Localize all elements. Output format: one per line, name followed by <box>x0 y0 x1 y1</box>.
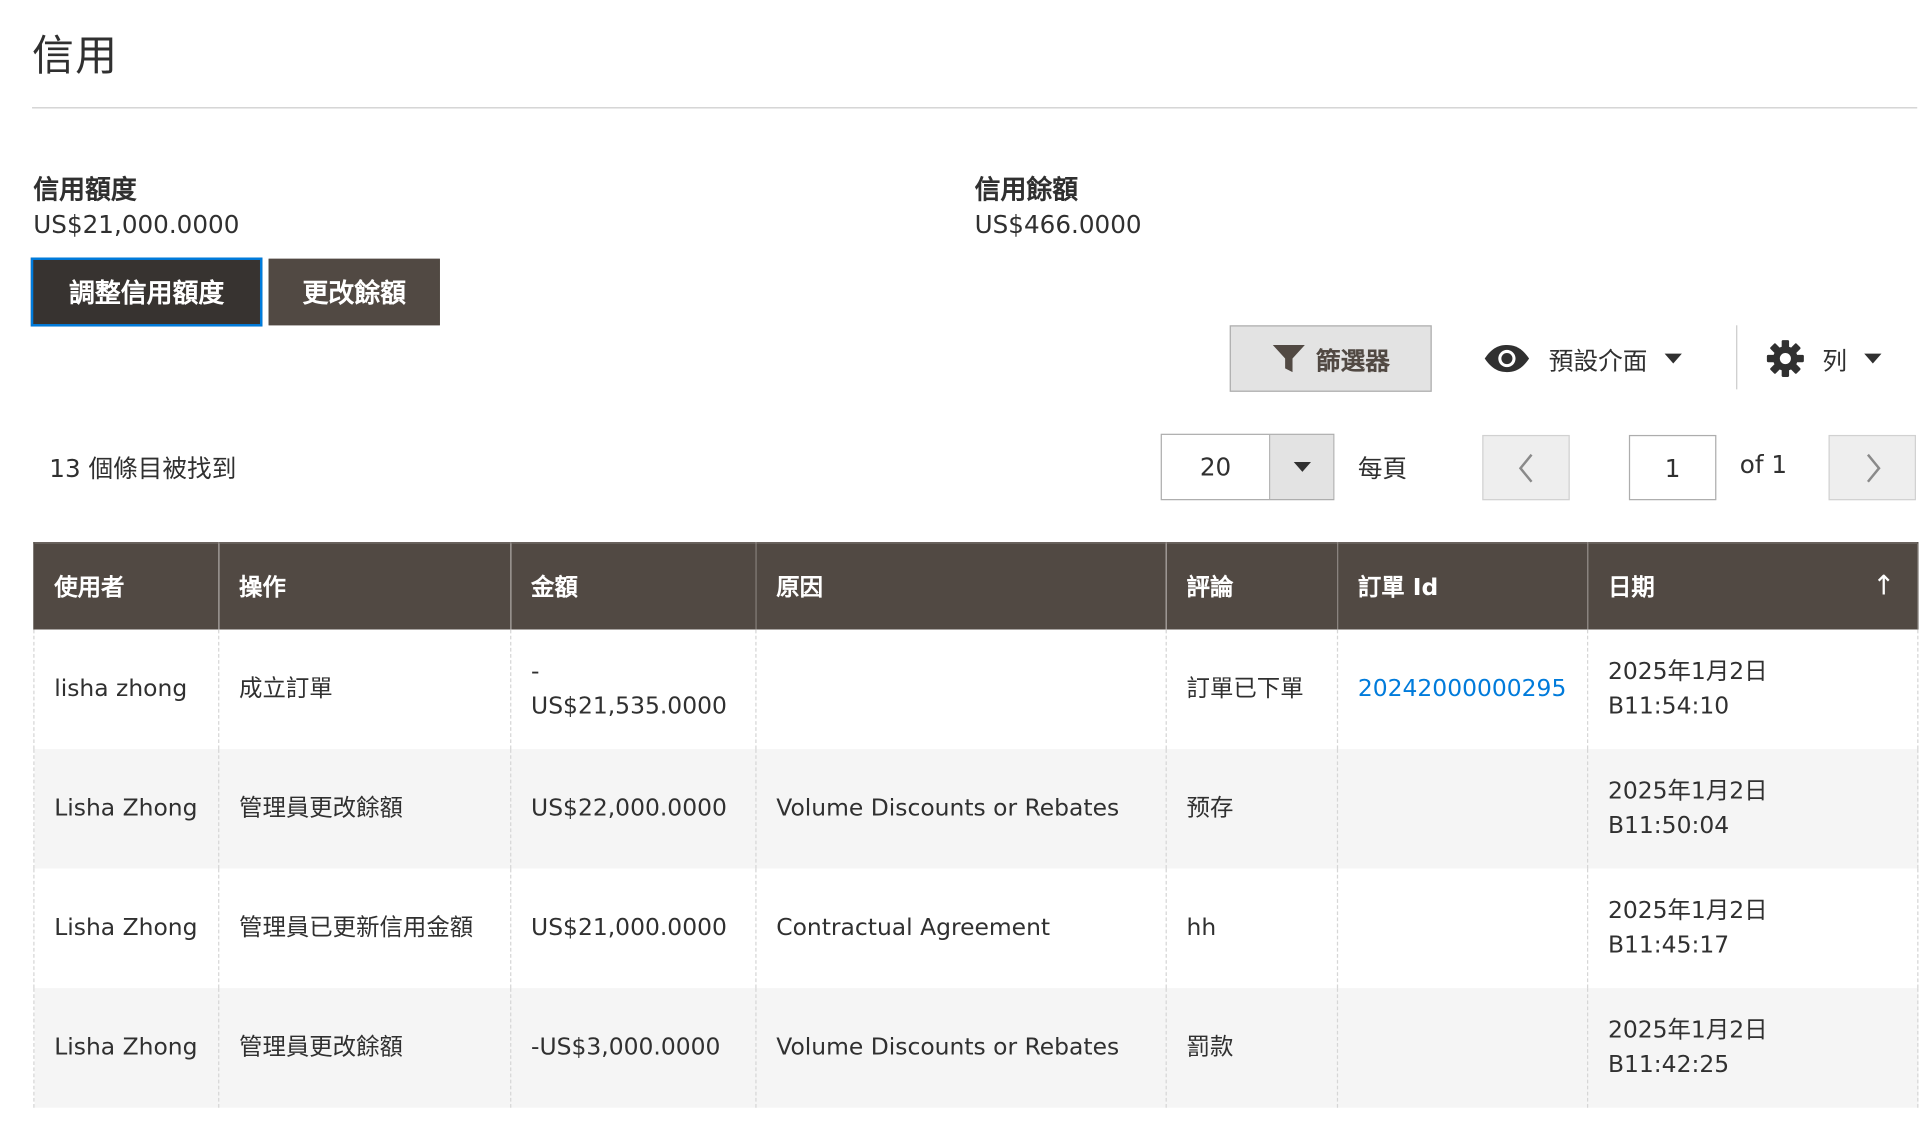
cell-reason: Contractual Agreement <box>755 868 1167 988</box>
chevron-right-icon <box>1862 452 1882 484</box>
credit-history-grid: 使用者 操作 金額 原因 評論 訂單 Id 日期 ↑ lisha zhong 成… <box>33 542 1919 1108</box>
column-header-operation[interactable]: 操作 <box>218 542 512 630</box>
cell-user: Lisha Zhong <box>33 987 220 1108</box>
title-divider <box>32 107 1918 109</box>
chevron-left-icon <box>1516 452 1536 484</box>
cell-operation: 管理員更改餘額 <box>218 987 512 1108</box>
current-page-input[interactable]: 1 <box>1628 434 1717 501</box>
gear-icon <box>1766 339 1805 378</box>
table-row: Lisha Zhong 管理員已更新信用金額 US$21,000.0000 Co… <box>33 868 1919 988</box>
column-header-comment[interactable]: 評論 <box>1165 542 1339 630</box>
credit-limit-value: US$21,000.0000 <box>33 209 240 240</box>
amount-sign: - <box>531 657 540 686</box>
column-header-amount[interactable]: 金額 <box>510 542 757 630</box>
cell-operation: 管理員更改餘額 <box>218 748 512 869</box>
per-page-value[interactable]: 20 <box>1162 434 1271 500</box>
cell-user: lisha zhong <box>33 629 220 749</box>
date-value: 2025年1月2日 <box>1607 777 1768 805</box>
cell-user: Lisha Zhong <box>33 748 220 869</box>
filters-label: 篩選器 <box>1315 345 1390 376</box>
view-switcher[interactable]: 預設介面 <box>1482 325 1682 392</box>
next-page-button[interactable] <box>1828 434 1916 501</box>
cell-date: 2025年1月2日 B11:42:25 <box>1586 987 1919 1108</box>
cell-comment: 预存 <box>1165 748 1339 869</box>
credit-limit-label: 信用額度 <box>33 174 137 205</box>
chevron-down-icon <box>1864 353 1882 364</box>
credit-balance-value: US$466.0000 <box>974 209 1142 240</box>
cell-amount: -US$3,000.0000 <box>510 987 757 1108</box>
time-value: B11:50:04 <box>1607 811 1730 840</box>
table-row: lisha zhong 成立訂單 - US$21,535.0000 訂單已下單 … <box>33 629 1919 749</box>
records-found-count: 13 個條目被找到 <box>49 453 237 483</box>
order-id-link[interactable]: 20242000000295 <box>1358 675 1567 702</box>
cell-amount: US$22,000.0000 <box>510 748 757 869</box>
table-row: Lisha Zhong 管理員更改餘額 US$22,000.0000 Volum… <box>33 748 1919 869</box>
cell-comment: 罰款 <box>1165 987 1339 1108</box>
sort-ascending-icon: ↑ <box>1872 570 1896 602</box>
date-value: 2025年1月2日 <box>1607 657 1768 686</box>
per-page-label: 每頁 <box>1357 453 1408 483</box>
filter-funnel-icon <box>1272 343 1307 375</box>
amount-value: US$21,535.0000 <box>531 692 727 720</box>
cell-operation: 管理員已更新信用金額 <box>218 868 512 988</box>
change-balance-button[interactable]: 更改餘額 <box>268 258 440 326</box>
cell-order-id: 20242000000295 <box>1336 629 1589 749</box>
cell-reason <box>755 629 1167 749</box>
toolbar-divider <box>1736 325 1738 390</box>
cell-date: 2025年1月2日 B11:45:17 <box>1586 868 1919 988</box>
time-value: B11:54:10 <box>1607 692 1730 720</box>
time-value: B11:42:25 <box>1607 1051 1730 1079</box>
cell-comment: hh <box>1165 868 1339 988</box>
column-header-reason[interactable]: 原因 <box>755 542 1167 630</box>
cell-user: Lisha Zhong <box>33 868 220 988</box>
total-pages-label: of 1 <box>1739 449 1788 480</box>
column-header-user[interactable]: 使用者 <box>33 542 220 630</box>
column-header-date-label: 日期 <box>1607 574 1655 602</box>
chevron-down-icon <box>1664 353 1682 364</box>
view-label: 預設介面 <box>1548 345 1648 376</box>
filters-button[interactable]: 篩選器 <box>1229 325 1432 392</box>
cell-comment: 訂單已下單 <box>1165 629 1339 749</box>
column-header-order-id[interactable]: 訂單 Id <box>1336 542 1589 630</box>
cell-reason: Volume Discounts or Rebates <box>755 987 1167 1108</box>
table-row: Lisha Zhong 管理員更改餘額 -US$3,000.0000 Volum… <box>33 987 1919 1108</box>
date-value: 2025年1月2日 <box>1607 1016 1768 1044</box>
cell-order-id <box>1336 748 1589 869</box>
caret-down-icon <box>1293 462 1311 472</box>
cell-date: 2025年1月2日 B11:54:10 <box>1586 629 1919 749</box>
cell-amount: US$21,000.0000 <box>510 868 757 988</box>
cell-amount: - US$21,535.0000 <box>510 629 757 749</box>
credit-balance-label: 信用餘額 <box>974 174 1079 205</box>
cell-order-id <box>1336 868 1589 988</box>
grid-header-row: 使用者 操作 金額 原因 評論 訂單 Id 日期 ↑ <box>33 542 1919 630</box>
per-page-select[interactable]: 20 <box>1160 433 1335 501</box>
cell-order-id <box>1336 987 1589 1108</box>
date-value: 2025年1月2日 <box>1607 896 1768 925</box>
time-value: B11:45:17 <box>1607 931 1730 959</box>
cell-date: 2025年1月2日 B11:50:04 <box>1586 748 1919 869</box>
previous-page-button[interactable] <box>1482 434 1570 501</box>
cell-reason: Volume Discounts or Rebates <box>755 748 1167 869</box>
adjust-credit-limit-button[interactable]: 調整信用額度 <box>30 257 263 327</box>
per-page-toggle[interactable] <box>1270 434 1334 500</box>
columns-switcher[interactable]: 列 <box>1766 325 1882 392</box>
page-title: 信用 <box>32 32 119 82</box>
column-header-date[interactable]: 日期 ↑ <box>1586 542 1919 630</box>
eye-icon <box>1482 344 1531 374</box>
columns-label: 列 <box>1822 345 1847 376</box>
cell-operation: 成立訂單 <box>218 629 512 749</box>
